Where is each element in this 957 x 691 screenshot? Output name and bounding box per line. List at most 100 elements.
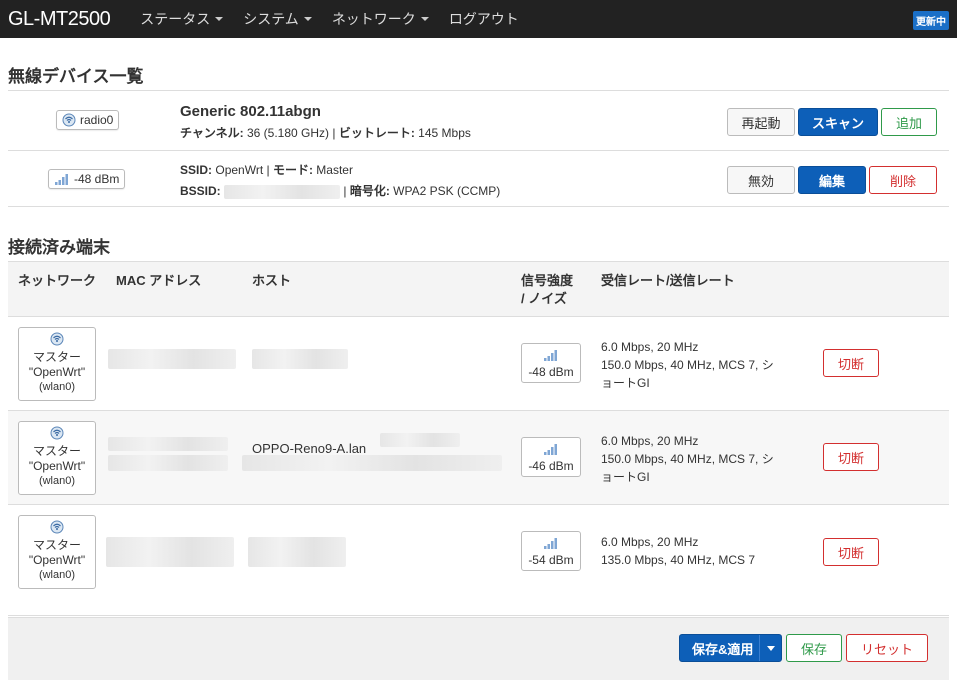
mac-redacted [106, 537, 234, 567]
mac-redacted [108, 455, 228, 471]
rate-tx-cont: ョートGI [601, 470, 650, 484]
mac-redacted [108, 349, 236, 369]
table-row: マスター "OpenWrt" (wlan0) -54 dBm 6.0 Mbps,… [8, 505, 949, 616]
signal-bars-icon [522, 536, 580, 553]
signal-value: -46 dBm [528, 459, 574, 473]
bssid-redacted [224, 184, 341, 199]
network-mode: マスター [32, 538, 81, 552]
radio-badge-label: radio0 [80, 113, 114, 127]
menu-system-label: システム [243, 11, 299, 27]
col-host: ホスト [252, 273, 292, 288]
radio-info: Generic 802.11abgn チャンネル: 36 (5.180 GHz)… [180, 103, 471, 141]
disconnect-button[interactable]: 切断 [823, 349, 879, 377]
wifi-radio-icon [19, 520, 95, 538]
network-iface: (wlan0) [38, 381, 76, 393]
col-signal: 信号強度 / ノイズ [521, 272, 573, 308]
rate-info: 6.0 Mbps, 20 MHz 150.0 Mbps, 40 MHz, MCS… [601, 432, 801, 486]
wireless-section-title: 無線デバイス一覧 [8, 67, 144, 86]
network-ssid: "OpenWrt" [28, 459, 86, 473]
signal-bars-icon [522, 442, 580, 459]
disconnect-button[interactable]: 切断 [823, 538, 879, 566]
top-navbar: GL-MT2500 ステータス システム ネットワーク ログアウト 更新中 [0, 0, 957, 38]
rate-tx: 135.0 Mbps, 40 MHz, MCS 7 [601, 553, 756, 567]
table-row: マスター "OpenWrt" (wlan0) -48 dBm 6.0 Mbps,… [8, 317, 949, 411]
menu-system[interactable]: システム [243, 9, 312, 29]
channel-value: 36 (5.180 GHz) [246, 126, 330, 140]
wifi-radio-icon [62, 113, 76, 127]
host-redacted [248, 537, 346, 567]
save-button[interactable]: 保存 [786, 634, 842, 662]
chevron-down-icon [766, 645, 775, 651]
rate-tx: 150.0 Mbps, 40 MHz, MCS 7, シ [601, 358, 774, 372]
radio-details: チャンネル: 36 (5.180 GHz) | ビットレート: 145 Mbps [180, 126, 471, 140]
radio-name: Generic 802.11abgn [180, 103, 321, 120]
col-signal-line1: 信号強度 [521, 273, 574, 288]
chevron-down-icon [303, 17, 312, 21]
bitrate-value: 145 Mbps [418, 126, 471, 140]
bitrate-label: ビットレート: [338, 126, 415, 140]
signal-badge: -48 dBm [521, 343, 581, 383]
network-ssid: "OpenWrt" [28, 365, 86, 379]
brand-logo[interactable]: GL-MT2500 [8, 8, 111, 31]
save-apply-dropdown[interactable] [759, 635, 781, 661]
disable-button[interactable]: 無効 [727, 166, 795, 194]
ssid-label: SSID: [180, 163, 213, 177]
menu-status-label: ステータス [140, 11, 211, 27]
host-redacted [252, 349, 348, 369]
rate-rx: 6.0 Mbps, 20 MHz [601, 340, 699, 354]
encryption-value: WPA2 PSK (CCMP) [393, 184, 501, 198]
wifi-radio-icon [19, 426, 95, 444]
signal-bars-icon [522, 348, 580, 365]
chevron-down-icon [215, 17, 224, 21]
reset-button[interactable]: リセット [846, 634, 928, 662]
network-badge: マスター "OpenWrt" (wlan0) [18, 515, 96, 589]
col-rate: 受信レート/送信レート [601, 273, 735, 288]
signal-badge: -48 dBm [48, 169, 126, 189]
host-redacted [242, 455, 502, 471]
edit-button[interactable]: 編集 [798, 166, 866, 194]
stations-section-title: 接続済み端末 [8, 238, 110, 257]
disconnect-button[interactable]: 切断 [823, 443, 879, 471]
menu-logout-label: ログアウト [448, 11, 519, 27]
restart-button[interactable]: 再起動 [727, 108, 795, 136]
rate-tx-cont: ョートGI [601, 376, 650, 390]
mode-label: モード: [272, 163, 313, 177]
signal-value: -54 dBm [528, 553, 574, 567]
network-mode: マスター [32, 350, 81, 364]
network-info: SSID: OpenWrt | モード: Master BSSID: | 暗号化… [180, 161, 500, 199]
menu-logout[interactable]: ログアウト [449, 9, 519, 29]
mode-value: Master [316, 163, 353, 177]
table-row: マスター "OpenWrt" (wlan0) OPPO-Reno9-A.lan … [8, 411, 949, 505]
encryption-label: 暗号化: [349, 184, 390, 198]
signal-badge: -54 dBm [521, 531, 581, 571]
radio-badge: radio0 [56, 110, 120, 130]
radio-device-row: radio0 Generic 802.11abgn チャンネル: 36 (5.1… [8, 90, 949, 150]
rate-info: 6.0 Mbps, 20 MHz 135.0 Mbps, 40 MHz, MCS… [601, 533, 801, 569]
delete-button[interactable]: 削除 [869, 166, 937, 194]
col-signal-line2: / ノイズ [521, 291, 567, 306]
menu-network-label: ネットワーク [331, 11, 416, 27]
form-actions: 保存&適用 保存 リセット [8, 617, 949, 680]
status-badge[interactable]: 更新中 [913, 11, 949, 30]
rate-tx: 150.0 Mbps, 40 MHz, MCS 7, シ [601, 452, 774, 466]
network-ssid: "OpenWrt" [28, 553, 86, 567]
menu-status[interactable]: ステータス [140, 9, 224, 29]
bssid-line: BSSID: | 暗号化: WPA2 PSK (CCMP) [180, 184, 501, 199]
add-button[interactable]: 追加 [881, 108, 937, 136]
mac-redacted [108, 437, 228, 451]
save-apply-split-button: 保存&適用 [679, 634, 783, 662]
bssid-label: BSSID: [180, 184, 221, 198]
host-name: OPPO-Reno9-A.lan [252, 441, 367, 456]
menu-network[interactable]: ネットワーク [332, 9, 429, 29]
signal-bars-icon [54, 172, 70, 186]
channel-label: チャンネル: [180, 126, 244, 140]
signal-badge: -46 dBm [521, 437, 581, 477]
wifi-radio-icon [19, 332, 95, 350]
stations-table-header: ネットワーク MAC アドレス ホスト 信号強度 / ノイズ 受信レート/送信レ… [8, 261, 949, 317]
scan-button[interactable]: スキャン [798, 108, 878, 136]
save-apply-button[interactable]: 保存&適用 [680, 635, 759, 661]
ssid-value: OpenWrt [215, 163, 264, 177]
rate-rx: 6.0 Mbps, 20 MHz [601, 434, 699, 448]
network-badge: マスター "OpenWrt" (wlan0) [18, 421, 96, 495]
signal-badge-label: -48 dBm [74, 172, 120, 186]
